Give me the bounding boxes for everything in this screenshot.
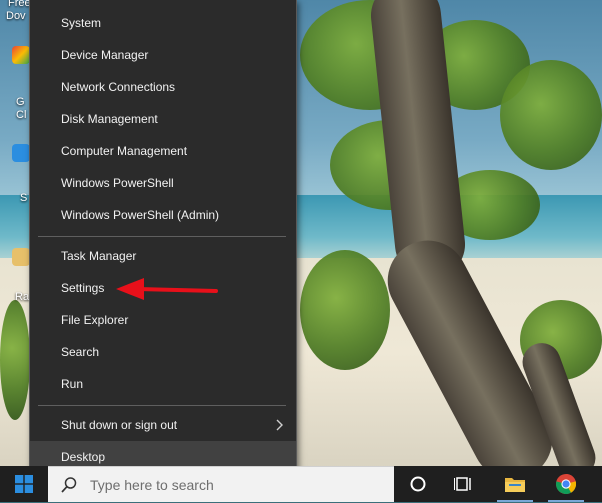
menu-item-label: Shut down or sign out <box>61 418 178 432</box>
desktop-icon-label: Dov <box>6 10 26 22</box>
desktop-icon-label: G <box>16 96 25 108</box>
menu-item-file-explorer[interactable]: File Explorer <box>30 304 296 336</box>
task-view-button[interactable] <box>442 466 486 502</box>
search-icon <box>61 477 77 493</box>
search-placeholder: Type here to search <box>90 477 214 493</box>
wallpaper-foliage <box>500 60 602 170</box>
menu-item-disk-management[interactable]: Disk Management <box>30 103 296 135</box>
chrome-taskbar-button[interactable] <box>544 466 588 502</box>
folder-icon <box>505 478 525 492</box>
menu-item-device-manager[interactable]: Device Manager <box>30 39 296 71</box>
task-view-icon <box>454 477 471 491</box>
windows-logo-icon <box>15 475 33 493</box>
menu-item-network-connections[interactable]: Network Connections <box>30 71 296 103</box>
menu-item-windows-powershell[interactable]: Windows PowerShell <box>30 167 296 199</box>
desktop-icon-label: Ra <box>15 291 30 303</box>
desktop-shortcut-icon[interactable] <box>12 144 30 162</box>
desktop-icon-label: Cl <box>16 109 27 121</box>
winx-context-menu: System Device Manager Network Connection… <box>29 0 297 477</box>
desktop-folder-icon[interactable] <box>12 248 30 266</box>
taskbar-search-box[interactable]: Type here to search <box>48 466 394 502</box>
desktop-app-icon[interactable] <box>12 46 30 64</box>
annotation-arrow-icon <box>116 278 218 300</box>
menu-item-task-manager[interactable]: Task Manager <box>30 240 296 272</box>
taskbar: Type here to search <box>0 466 602 502</box>
chevron-right-icon <box>276 419 283 431</box>
menu-item-run[interactable]: Run <box>30 368 296 400</box>
menu-separator <box>38 405 286 406</box>
start-button[interactable] <box>0 466 48 502</box>
menu-item-computer-management[interactable]: Computer Management <box>30 135 296 167</box>
chrome-icon <box>555 474 577 495</box>
desktop-icon-label: S <box>20 192 28 204</box>
menu-separator <box>38 236 286 237</box>
cortana-circle-icon <box>410 476 426 492</box>
file-explorer-taskbar-button[interactable] <box>493 466 537 502</box>
menu-item-system[interactable]: System <box>30 7 296 39</box>
wallpaper-foliage <box>0 300 30 420</box>
menu-item-search[interactable]: Search <box>30 336 296 368</box>
menu-item-windows-powershell-admin[interactable]: Windows PowerShell (Admin) <box>30 199 296 231</box>
wallpaper-foliage <box>300 250 390 370</box>
desktop-icon-label: Free <box>8 0 31 9</box>
menu-item-shut-down-or-sign-out[interactable]: Shut down or sign out <box>30 409 296 441</box>
cortana-button[interactable] <box>396 466 440 502</box>
